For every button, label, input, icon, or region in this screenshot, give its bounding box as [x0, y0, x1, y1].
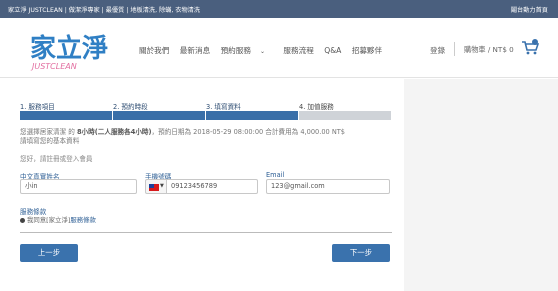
- chevron-down-icon: ⌄: [259, 48, 265, 55]
- summary-instruction: 請填寫您的基本資料: [20, 137, 80, 145]
- nav-news[interactable]: 最新消息: [180, 46, 210, 55]
- step-1-bar: [20, 111, 112, 120]
- nav-booking-label: 預約服務: [220, 46, 251, 55]
- top-bar-tagline: 家立淨 JUSTCLEAN | 做潔淨專家 | 最優質 | 地板清洗, 除蟎, …: [8, 7, 201, 14]
- sidebar-panel: [404, 79, 558, 291]
- login-prompt-text: 您好，請註冊或登入會員: [20, 155, 93, 163]
- step-3-label: 3. 填寫資料: [206, 103, 241, 111]
- terms-link[interactable]: 服務條款: [70, 216, 96, 224]
- email-label: Email: [266, 171, 285, 179]
- step-2[interactable]: 2. 預約時段: [113, 101, 205, 120]
- login-prompt: 您好，請註冊或登入會員: [20, 153, 93, 163]
- phone-input[interactable]: 09123456789: [166, 179, 258, 194]
- cart-link[interactable]: 購物車 / NT$ 0: [464, 45, 514, 55]
- cart-icon[interactable]: [521, 39, 539, 55]
- top-bar: 家立淨 JUSTCLEAN | 做潔淨專家 | 最優質 | 地板清洗, 除蟎, …: [0, 0, 558, 18]
- step-3-bar: [206, 111, 298, 120]
- step-1[interactable]: 1. 服務項目: [20, 101, 112, 120]
- step-3[interactable]: 3. 填寫資料: [206, 101, 298, 120]
- site-header: 家立淨 JUSTCLEAN 關於我們 最新消息 預約服務 ⌄ 服務流程 Q&A 招…: [0, 18, 558, 78]
- terms-text: 我同意[家立淨]: [27, 216, 71, 224]
- step-1-label: 1. 服務項目: [20, 103, 55, 111]
- name-input[interactable]: 小in: [20, 179, 137, 194]
- summary-of: 的: [68, 128, 75, 136]
- login-link[interactable]: 登錄: [430, 45, 445, 56]
- booking-summary: 您選擇居家清潔 的 8小時(二人服務各4小時)，預約日期為 2018-05-29…: [20, 128, 345, 146]
- step-4-bar: [299, 111, 391, 120]
- justclean-logo[interactable]: 家立淨 JUSTCLEAN: [28, 27, 118, 71]
- logo-subtext: JUSTCLEAN: [30, 62, 77, 71]
- step-4[interactable]: 4. 加值服務: [299, 101, 391, 120]
- prev-button[interactable]: 上一步: [20, 244, 78, 262]
- nav-divider: [454, 42, 455, 56]
- summary-date-cost: ，預約日期為 2018-05-29 08:00:00 合計費用為 4,000.0…: [151, 128, 345, 136]
- summary-duration: 8小時(二人服務各4小時): [76, 128, 152, 136]
- country-code-select[interactable]: ▼: [145, 179, 166, 194]
- step-4-label: 4. 加值服務: [299, 103, 334, 111]
- taiwan-flag-icon: [149, 184, 159, 191]
- email-input[interactable]: 123@gmail.com: [266, 179, 390, 194]
- main-nav: 關於我們 最新消息 預約服務 ⌄ 服務流程 Q&A 招募夥伴: [139, 45, 390, 56]
- logo-text: 家立淨: [30, 33, 108, 64]
- nav-recruit[interactable]: 招募夥伴: [352, 46, 382, 55]
- divider: [20, 232, 392, 233]
- terms-radio[interactable]: [20, 217, 25, 223]
- nav-process[interactable]: 服務流程: [283, 46, 313, 55]
- top-bar-home-link[interactable]: 鬮台動力首頁: [511, 5, 548, 14]
- next-button[interactable]: 下一步: [332, 244, 390, 262]
- caret-down-icon: ▼: [160, 183, 164, 189]
- nav-about[interactable]: 關於我們: [139, 46, 169, 55]
- summary-service-prefix: 您選擇居家清潔: [20, 128, 67, 136]
- nav-booking[interactable]: 預約服務 ⌄: [221, 46, 273, 55]
- terms-agreement[interactable]: 我同意[家立淨]服務條款: [20, 215, 96, 224]
- step-2-bar: [113, 111, 205, 120]
- step-2-label: 2. 預約時段: [113, 103, 148, 111]
- nav-qa[interactable]: Q&A: [324, 46, 341, 55]
